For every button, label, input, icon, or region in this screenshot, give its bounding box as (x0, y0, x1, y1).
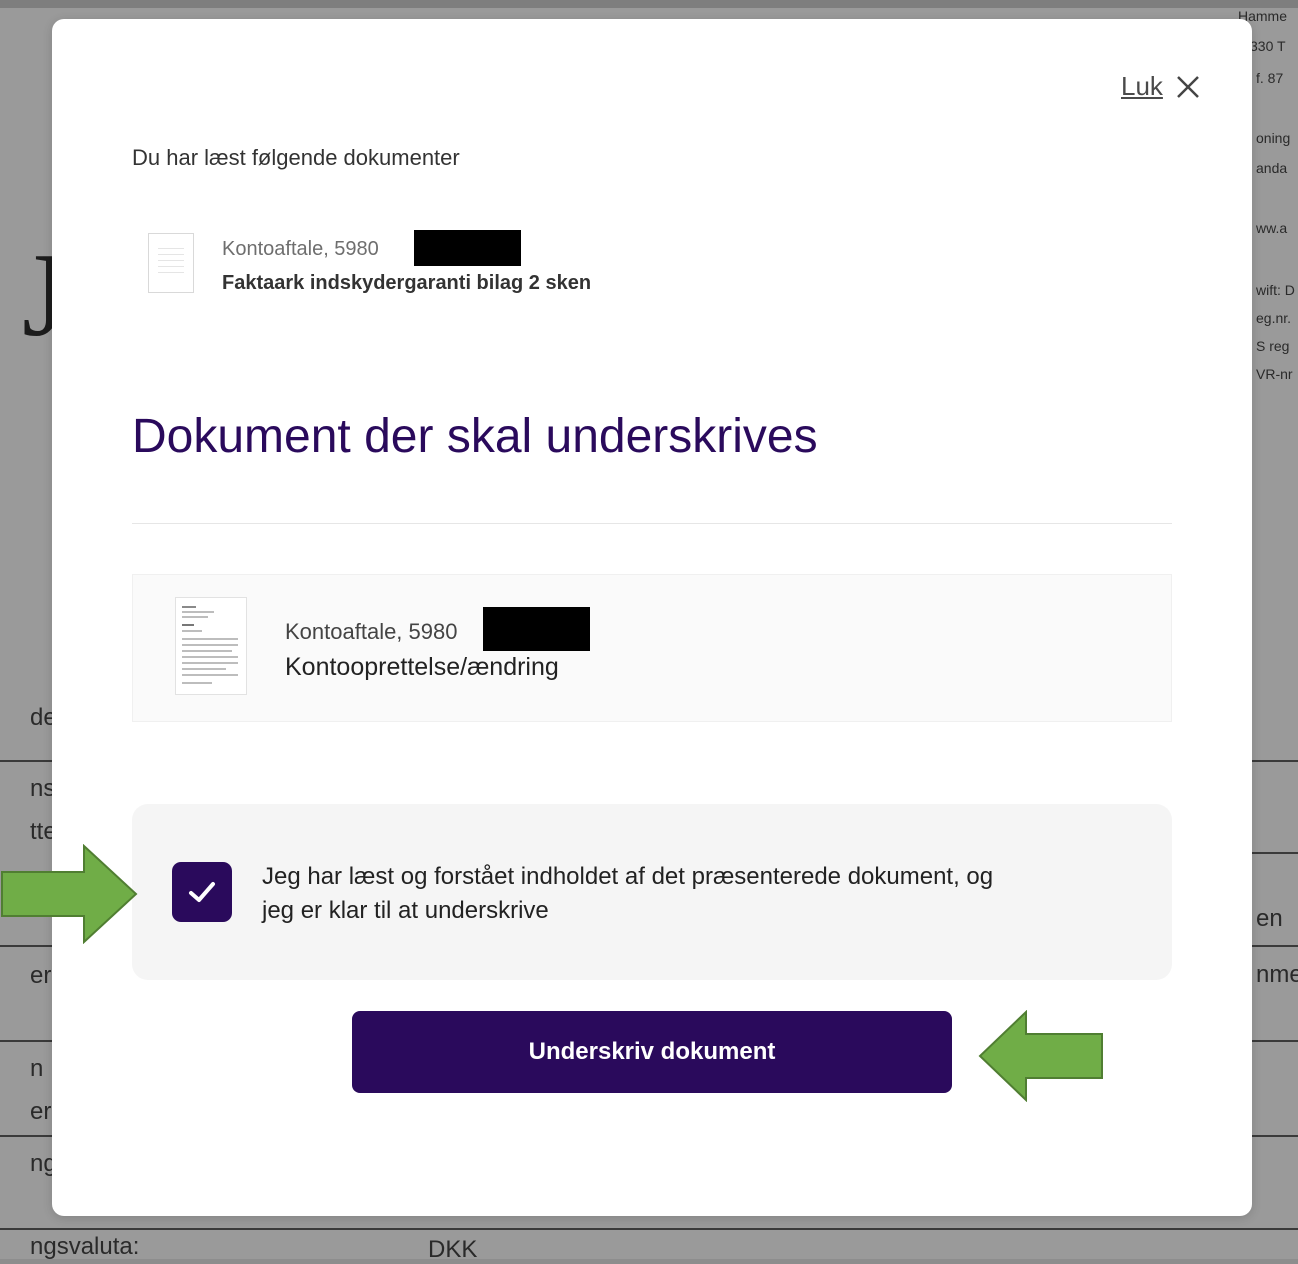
sign-document-button[interactable]: Underskriv dokument (352, 1011, 952, 1093)
bg-right-text: VR-nr (1256, 366, 1293, 382)
sign-document-title: Kontoaftale, 5980 (285, 619, 458, 644)
bg-right-text: eg.nr. (1256, 310, 1292, 326)
bg-right-text: f. 87 (1256, 70, 1284, 86)
confirmation-panel: Jeg har læst og forstået indholdet af de… (132, 804, 1172, 980)
bg-right-text: 330 T (1250, 38, 1286, 54)
bg-rule (1252, 1040, 1298, 1042)
redaction-box (414, 230, 521, 266)
bg-right-row: nme (1256, 961, 1298, 988)
bg-right-text: oning (1256, 130, 1291, 146)
bg-rule (0, 1135, 52, 1137)
bg-rule (1252, 852, 1298, 854)
confirm-text: Jeg har læst og forstået indholdet af de… (262, 863, 994, 924)
bg-rule (1252, 945, 1298, 947)
bg-right-row: en (1256, 905, 1283, 932)
bg-left-text: n (30, 1055, 44, 1082)
redaction-box (483, 607, 590, 651)
read-documents-heading: Du har læst følgende dokumenter (132, 145, 460, 170)
read-document-subtitle: Faktaark indskydergaranti bilag 2 sken (222, 272, 592, 294)
arrow-annotation-left (978, 1010, 1103, 1102)
document-thumbnail[interactable] (175, 597, 247, 695)
checkmark-icon (189, 882, 215, 902)
sign-document-subtitle: Kontooprettelse/ændring (285, 653, 559, 681)
bg-rule (0, 945, 52, 947)
close-label: Luk (1121, 71, 1163, 101)
divider (132, 523, 1172, 524)
bg-rule (0, 1228, 1298, 1230)
bg-right-text: S reg (1256, 338, 1290, 354)
bg-rule (1252, 1135, 1298, 1137)
bg-rule (1252, 760, 1298, 762)
background-top-bar (0, 0, 1298, 8)
sign-documents-heading: Dokument der skal underskrives (132, 410, 818, 463)
bg-rule (0, 1040, 52, 1042)
bg-left-text: er (30, 1098, 52, 1125)
document-icon (148, 233, 194, 293)
bg-right-text: anda (1256, 160, 1288, 176)
bg-left-text: er (30, 962, 52, 989)
document-card[interactable]: Kontoaftale, 5980 Kontooprettelse/ændrin… (132, 574, 1172, 722)
read-document-title: Kontoaftale, 5980 (222, 238, 379, 260)
bg-rule (0, 760, 52, 762)
confirm-checkbox[interactable] (172, 862, 232, 922)
bg-right-text: ww.a (1256, 220, 1288, 236)
arrow-annotation-right (1, 844, 138, 944)
bg-footer-value: DKK (428, 1236, 478, 1263)
close-button[interactable]: Luk (1121, 71, 1201, 102)
bg-footer-label: ngsvaluta: (30, 1233, 140, 1260)
close-icon (1177, 75, 1199, 98)
bg-right-text: wift: D (1256, 282, 1295, 298)
